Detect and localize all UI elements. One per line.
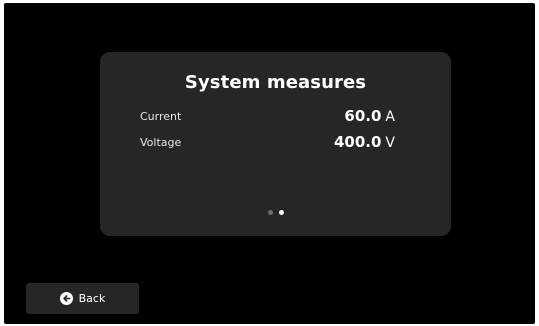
page-dot-1[interactable] [267,210,273,215]
measure-value-group: 400.0 V [334,133,395,151]
back-button[interactable]: Back [26,283,139,314]
measure-row-voltage: Voltage 400.0 V [140,132,395,152]
measure-value: 60.0 [344,107,382,125]
card-title: System measures [184,72,367,93]
system-measures-card: System measures Current 60.0 A Voltage 4… [100,52,451,236]
measure-value: 400.0 [333,133,382,151]
screen: System measures Current 60.0 A Voltage 4… [4,3,535,324]
arrow-left-circle-icon [59,292,73,305]
page-indicator [100,210,451,215]
measure-label: Voltage [140,135,182,149]
measure-row-current: Current 60.0 A [140,106,395,126]
back-label: Back [78,292,106,305]
measure-label: Current [140,109,182,123]
measure-unit: A [385,109,395,125]
page-dot-2-active[interactable] [278,210,284,215]
measure-value-group: 60.0 A [344,107,395,125]
measure-unit: V [385,135,395,151]
